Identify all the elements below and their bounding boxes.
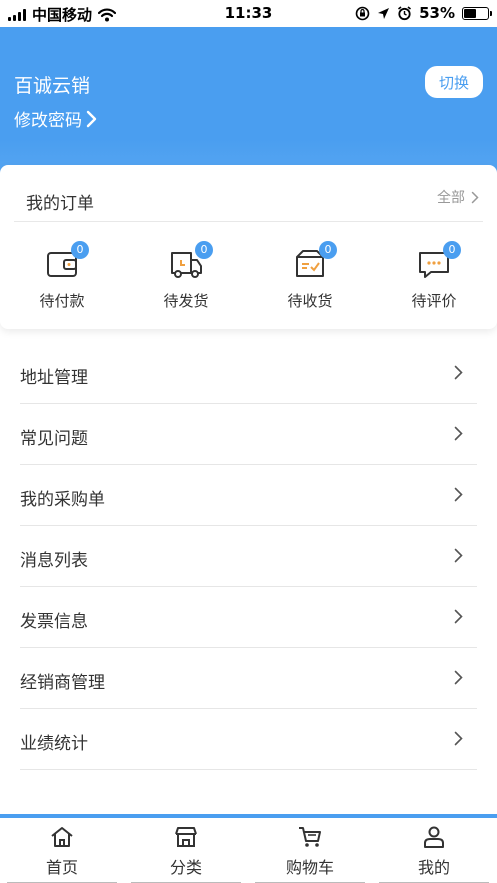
home-icon — [51, 827, 73, 847]
menu-item-invoice[interactable]: 发票信息 — [20, 587, 477, 648]
battery-icon — [462, 6, 492, 20]
menu-item-label: 发票信息 — [20, 612, 88, 632]
tab-label: 我的 — [417, 858, 450, 877]
tab-me[interactable]: 我的 — [379, 826, 489, 883]
store-icon — [175, 827, 197, 847]
rotation-lock-icon — [355, 6, 370, 20]
chevron-right-icon — [86, 110, 97, 127]
chevron-right-icon — [454, 426, 463, 441]
menu-item-faq[interactable]: 常见问题 — [20, 404, 477, 465]
menu-item-messages[interactable]: 消息列表 — [20, 526, 477, 587]
order-status-pending-receipt[interactable]: 0 待收货 — [270, 241, 350, 311]
view-all-label: 全部 — [437, 190, 465, 206]
order-count-badge: 0 — [319, 241, 337, 259]
menu-item-address[interactable]: 地址管理 — [20, 343, 477, 404]
orders-header: 我的订单 全部 — [14, 165, 483, 222]
change-password-link[interactable]: 修改密码 — [14, 106, 98, 131]
alarm-icon — [398, 5, 412, 20]
orders-title: 我的订单 — [26, 194, 94, 214]
order-status-label: 待收货 — [287, 292, 333, 310]
view-all-orders-link[interactable]: 全部 — [437, 187, 479, 207]
menu-item-label: 经销商管理 — [20, 673, 105, 693]
order-status-label: 待评价 — [411, 292, 457, 310]
battery-percent: 53% — [419, 4, 455, 22]
menu-item-purchase-list[interactable]: 我的采购单 — [20, 465, 477, 526]
switch-account-button[interactable]: 切换 — [425, 66, 483, 98]
menu-item-distributors[interactable]: 经销商管理 — [20, 648, 477, 709]
profile-header: 百诚云销 修改密码 切换 — [0, 27, 497, 187]
order-status-label: 待发货 — [163, 292, 209, 310]
order-status-pending-shipment[interactable]: 0 待发货 — [146, 241, 226, 311]
order-status-pending-review[interactable]: 0 待评价 — [394, 241, 474, 311]
tab-home[interactable]: 首页 — [7, 826, 117, 883]
tab-label: 分类 — [169, 858, 202, 877]
status-bar: 中国移动 11:33 53% — [0, 0, 497, 27]
order-status-pending-payment[interactable]: 0 待付款 — [22, 241, 102, 311]
chevron-right-icon — [454, 670, 463, 685]
tab-cart[interactable]: 购物车 — [255, 826, 365, 883]
status-right: 53% — [355, 4, 492, 22]
chevron-right-icon — [454, 731, 463, 746]
chevron-right-icon — [471, 191, 479, 203]
change-password-label: 修改密码 — [14, 111, 82, 131]
menu-item-label: 我的采购单 — [20, 490, 105, 510]
order-count-badge: 0 — [443, 241, 461, 259]
cart-icon — [299, 827, 321, 847]
tab-label: 购物车 — [285, 858, 334, 877]
settings-menu: 地址管理 常见问题 我的采购单 消息列表 发票信息 经销商管理 业绩统计 — [20, 343, 477, 770]
menu-item-label: 地址管理 — [20, 368, 88, 388]
user-icon — [424, 826, 444, 848]
order-count-badge: 0 — [195, 241, 213, 259]
chevron-right-icon — [454, 548, 463, 563]
orders-card: 我的订单 全部 0 待付款 0 待发货 0 待收货 0 待评价 — [0, 165, 497, 329]
bottom-tab-bar: 首页 分类 购物车 我的 — [0, 814, 497, 883]
tab-label: 首页 — [45, 858, 78, 877]
location-icon — [378, 7, 390, 19]
menu-item-label: 消息列表 — [20, 551, 88, 571]
profile-page: 中国移动 11:33 53% 百诚云销 修改密码 切换 我的订单 全部 0 待付… — [0, 0, 497, 883]
chevron-right-icon — [454, 609, 463, 624]
tab-category[interactable]: 分类 — [131, 826, 241, 883]
menu-item-performance[interactable]: 业绩统计 — [20, 709, 477, 770]
order-status-label: 待付款 — [39, 292, 85, 310]
menu-item-label: 业绩统计 — [20, 734, 88, 754]
chevron-right-icon — [454, 365, 463, 380]
order-count-badge: 0 — [71, 241, 89, 259]
account-name: 百诚云销 — [14, 75, 91, 97]
menu-item-label: 常见问题 — [20, 429, 88, 449]
chevron-right-icon — [454, 487, 463, 502]
